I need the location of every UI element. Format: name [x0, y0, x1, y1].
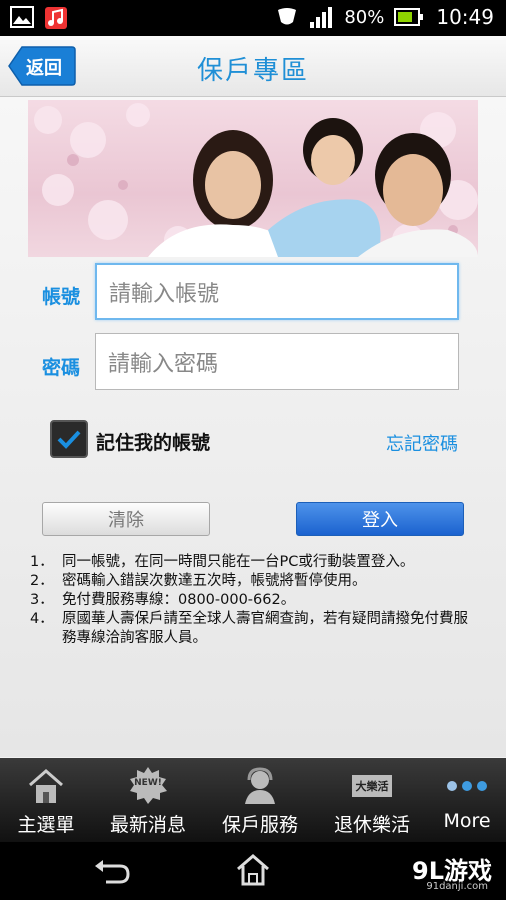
forgot-password-link[interactable]: 忘記密碼 — [386, 430, 458, 456]
clear-button[interactable]: 清除 — [42, 502, 210, 536]
battery-icon — [394, 8, 424, 26]
family-banner-image — [28, 100, 478, 257]
password-placeholder: 請輸入密碼 — [108, 351, 219, 377]
password-label: 密碼 — [42, 357, 81, 379]
account-label: 帳號 — [42, 286, 81, 308]
account-input[interactable]: 請輸入帳號 — [95, 263, 459, 320]
login-button[interactable]: 登入 — [296, 502, 464, 536]
watermark-site: 91danji.com — [426, 881, 488, 892]
list-item: 4． 原國華人壽保戶請至全球人壽官網查詢，若有疑問請撥免付費服務專線洽詢客服人員… — [30, 610, 470, 648]
new-badge-text: NEW! — [134, 778, 162, 788]
list-item: 1． 同一帳號，在同一時間只能在一台PC或行動裝置登入。 — [30, 553, 470, 572]
list-item: 3． 免付費服務專線：0800-000-662。 — [30, 591, 470, 610]
retirement-icon: 大樂活 — [352, 775, 392, 797]
clear-button-label: 清除 — [108, 510, 144, 531]
more-dots-icon — [447, 781, 487, 791]
tab-latest-news[interactable]: NEW! 最新消息 — [100, 758, 196, 842]
notes-list: 1． 同一帳號，在同一時間只能在一台PC或行動裝置登入。 2． 密碼輸入錯誤次數… — [30, 553, 470, 648]
status-bar: 80% 10:49 — [0, 0, 506, 36]
tab-label: 退休樂活 — [333, 814, 410, 836]
note-text: 免付費服務專線：0800-000-662。 — [62, 592, 296, 608]
note-text: 原國華人壽保戶請至全球人壽官網查詢，若有疑問請撥免付費服務專線洽詢客服人員。 — [62, 611, 468, 646]
note-number: 2． — [30, 573, 54, 589]
remember-label[interactable]: 記住我的帳號 — [96, 428, 210, 455]
home-icon — [29, 769, 63, 803]
account-placeholder: 請輸入帳號 — [109, 281, 220, 307]
tab-label: 主選單 — [17, 814, 75, 836]
app-header: 返回 保戶專區 — [0, 36, 506, 97]
tab-label: 最新消息 — [109, 814, 186, 836]
customer-service-icon — [245, 767, 275, 804]
page-title: 保戶專區 — [196, 56, 309, 86]
tab-more[interactable]: More — [432, 758, 502, 842]
gallery-icon — [10, 6, 34, 28]
battery-percent: 80% — [344, 6, 385, 28]
note-number: 3． — [30, 592, 54, 608]
note-text: 同一帳號，在同一時間只能在一台PC或行動裝置登入。 — [62, 554, 415, 570]
signal-icon — [310, 7, 333, 28]
tab-label: 保戶服務 — [221, 814, 298, 836]
password-input[interactable]: 請輸入密碼 — [95, 333, 459, 390]
clock: 10:49 — [436, 5, 494, 29]
retirement-badge-text: 大樂活 — [355, 780, 389, 793]
music-app-icon — [45, 7, 67, 29]
login-button-label: 登入 — [362, 510, 398, 531]
back-nav-icon[interactable] — [92, 856, 132, 886]
shield-icon — [278, 8, 297, 25]
tab-customer-service[interactable]: 保戶服務 — [212, 758, 308, 842]
tab-retirement[interactable]: 大樂活 退休樂活 — [324, 758, 420, 842]
tab-main-menu[interactable]: 主選單 — [4, 758, 88, 842]
list-item: 2． 密碼輸入錯誤次數達五次時，帳號將暫停使用。 — [30, 572, 470, 591]
note-number: 1． — [30, 554, 54, 570]
tab-label: More — [443, 810, 491, 832]
home-nav-icon[interactable] — [234, 852, 272, 888]
checkmark-icon — [57, 430, 81, 449]
note-text: 密碼輸入錯誤次數達五次時，帳號將暫停使用。 — [62, 573, 367, 589]
bottom-tab-bar: 主選單 NEW! 最新消息 保戶服務 大樂活 退休樂活 More — [0, 758, 506, 842]
note-number: 4． — [30, 611, 54, 627]
new-badge-icon: NEW! — [128, 764, 168, 808]
remember-checkbox[interactable] — [50, 420, 88, 458]
